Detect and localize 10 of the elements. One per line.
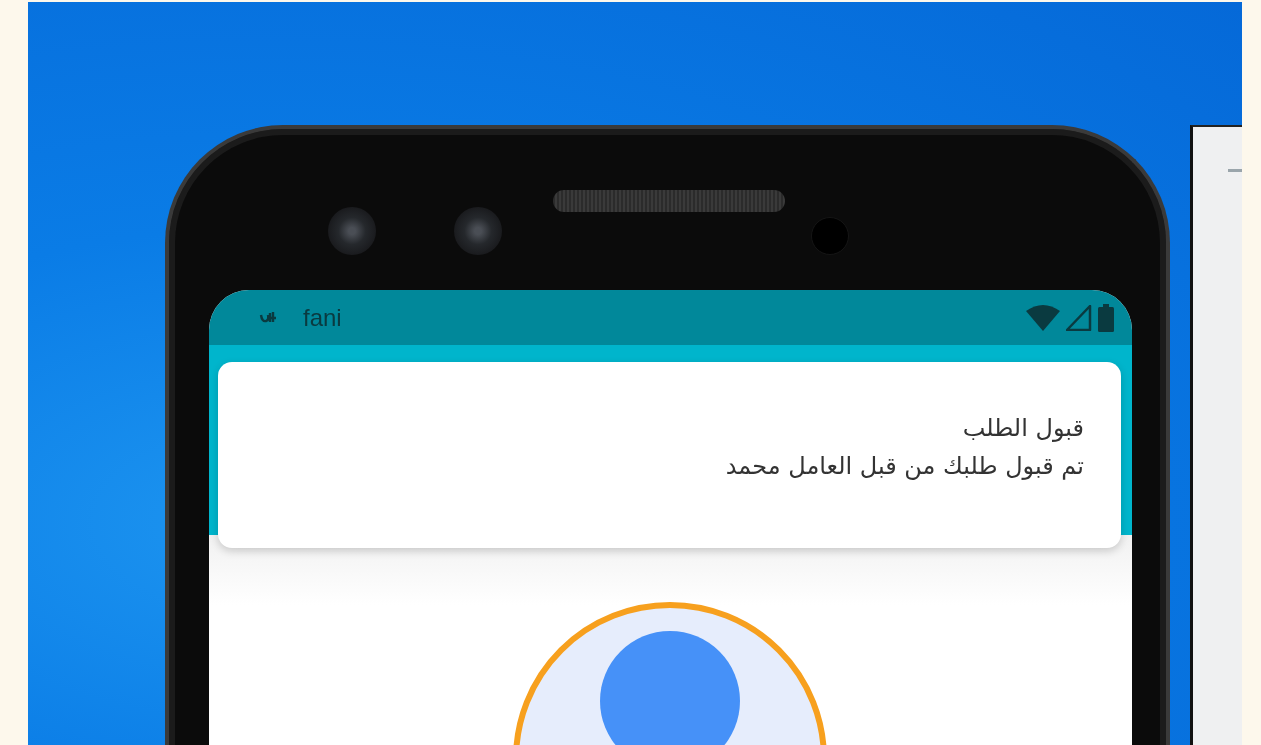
app-name: fani xyxy=(303,303,342,332)
battery-icon xyxy=(1098,303,1114,332)
notification-card[interactable]: قبول الطلب تم قبول طلبك من قبل العامل محمد xyxy=(218,362,1121,548)
camera-lens-icon xyxy=(328,207,376,255)
avatar-silhouette-icon xyxy=(511,601,828,745)
wifi-icon xyxy=(1026,304,1060,331)
camera-lens-icon xyxy=(454,207,502,255)
signal-icon xyxy=(1066,304,1092,331)
notification-title: قبول الطلب xyxy=(961,414,1084,442)
notification-message: تم قبول طلبك من قبل العامل محمد xyxy=(724,452,1084,480)
